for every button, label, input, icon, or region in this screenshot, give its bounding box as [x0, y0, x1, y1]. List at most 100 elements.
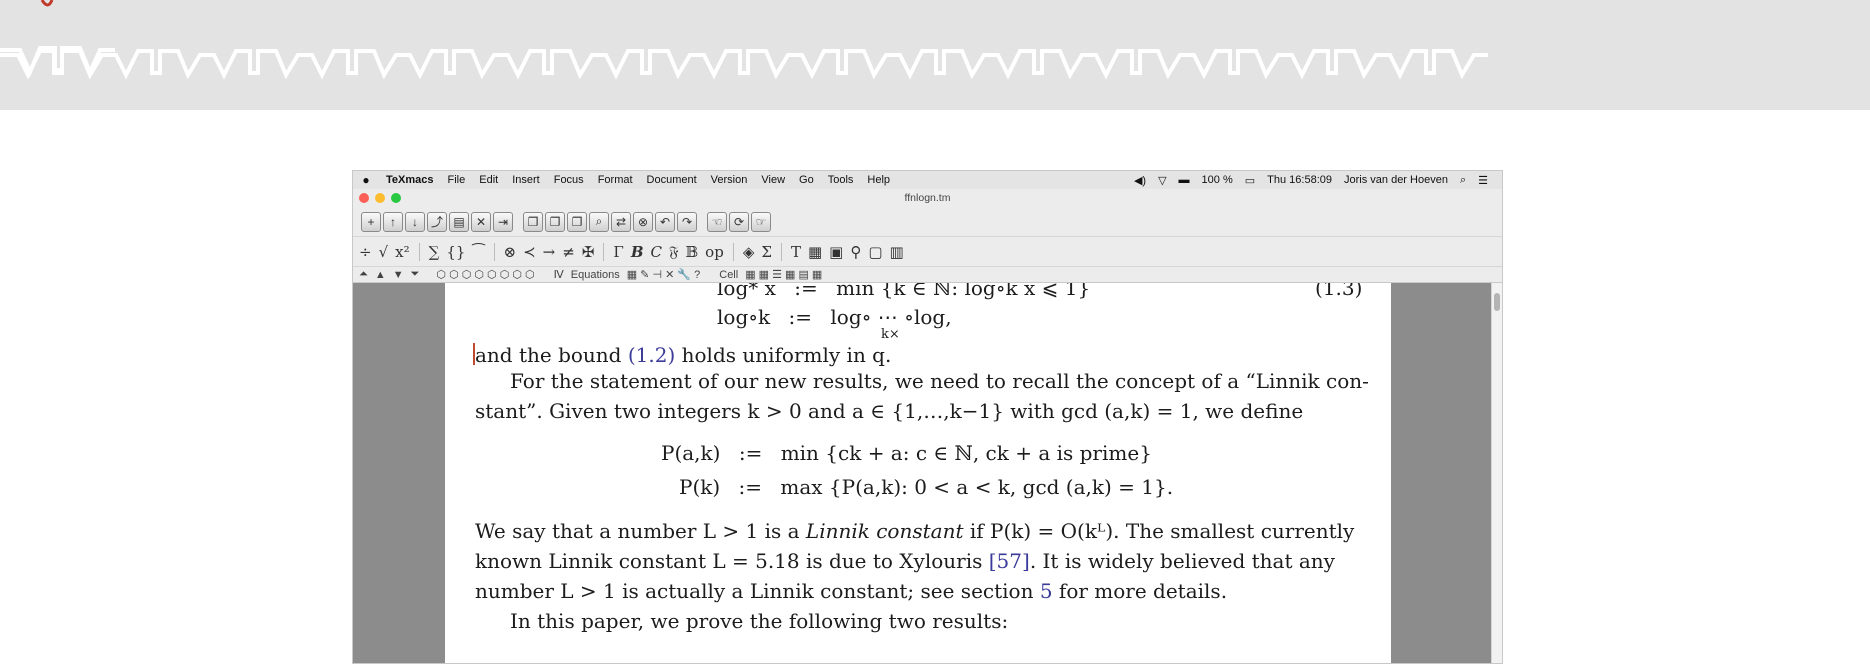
paste-icon[interactable]: ❐ [567, 211, 587, 232]
eq1-lhs: log* x [717, 283, 776, 300]
wifi-icon[interactable]: ▽ [1152, 174, 1172, 187]
equation-3: P(a,k) := min {ck + a: c ∈ ℕ, ck + a is … [661, 441, 1152, 465]
menu-go[interactable]: Go [792, 174, 821, 186]
menu-insert[interactable]: Insert [505, 174, 547, 186]
export-icon[interactable]: ⤴ [427, 211, 447, 232]
binary-operator-icon[interactable]: ⊗ [502, 243, 519, 261]
battery-percent: 100 % [1201, 174, 1233, 186]
script-icon[interactable]: x² [393, 243, 411, 261]
big-operator-icon[interactable]: ∑ [427, 243, 442, 261]
reload-icon[interactable]: ⟳ [729, 211, 749, 232]
spotlight-icon[interactable]: ⌕ [1454, 174, 1472, 187]
section-icon[interactable]: ▥ [888, 243, 906, 261]
find-icon[interactable]: ⌕ [589, 211, 609, 232]
link-icon[interactable]: ⚲ [848, 243, 863, 261]
spell-check-icon[interactable]: ⊗ [633, 211, 653, 232]
apple-icon[interactable]: ● [353, 173, 379, 187]
menu-bar: ● TeXmacs File Edit Insert Focus Format … [353, 171, 1502, 189]
menu-focus[interactable]: Focus [547, 174, 591, 186]
text-mode-icon[interactable]: T [789, 243, 803, 261]
eq4-rhs: max {P(a,k): 0 < a < k, gcd (a,k) = 1}. [780, 475, 1174, 499]
new-document-icon[interactable]: + [361, 211, 381, 232]
undo-icon[interactable]: ↶ [655, 211, 675, 232]
main-toolbar: + ↑ ↓ ⤴ ▤ ✕ ⇥ ❐ ❐ ❐ ⌕ ⇄ ⊗ ↶ ↷ ☜ ⟳ ☞ [353, 207, 1502, 237]
vertical-scrollbar[interactable] [1491, 283, 1502, 663]
reference-57[interactable]: [57] [989, 549, 1030, 573]
redo-icon[interactable]: ↷ [677, 211, 697, 232]
cell-label[interactable]: Cell [717, 269, 740, 281]
brackets-icon[interactable]: {} [444, 243, 467, 261]
equation-options-icons[interactable]: ▦ ✎ ⊣ ✕ 🔧 ? [625, 268, 703, 281]
move-up-icon[interactable]: ▲ [373, 269, 388, 281]
greek-icon[interactable]: Γ [611, 243, 625, 261]
print-icon[interactable]: ▤ [449, 211, 469, 232]
structured-nav-icons[interactable]: ⬡ ⬡ ⬡ ⬡ ⬡ ⬡ ⬡ ⬡ [434, 268, 536, 281]
menu-help[interactable]: Help [860, 174, 897, 186]
sum-template-icon[interactable]: Σ [759, 243, 774, 261]
close-document-icon[interactable]: ⇥ [493, 211, 513, 232]
wide-accent-icon[interactable]: ⁀ [470, 243, 486, 261]
cell-options-icons[interactable]: ▦ ▦ ☰ ▦ ▤ ▦ [743, 268, 824, 281]
blackboard-icon[interactable]: 𝔹 [683, 243, 700, 261]
move-down-icon[interactable]: ▼ [391, 269, 406, 281]
equation-1: log* x := min {k ∈ ℕ: log∘k x ⩽ 1} [717, 283, 1090, 300]
save-document-icon[interactable]: ↓ [405, 211, 425, 232]
calligraphic-icon[interactable]: C [649, 243, 664, 261]
move-last-icon[interactable]: ⏷ [409, 268, 422, 281]
equations-icon[interactable]: Ⅳ [552, 268, 566, 281]
open-document-icon[interactable]: ↑ [383, 211, 403, 232]
frame-icon[interactable]: ▢ [866, 243, 884, 261]
sqrt-icon[interactable]: √ [377, 243, 391, 261]
menu-tools[interactable]: Tools [821, 174, 861, 186]
flag-icon[interactable]: ▬ [1173, 174, 1196, 186]
menu-view[interactable]: View [754, 174, 792, 186]
menu-file[interactable]: File [441, 174, 473, 186]
eq1-rhs: min {k ∈ ℕ: log∘k x ⩽ 1} [836, 283, 1091, 300]
fraktur-icon[interactable]: 𝔉 [667, 243, 681, 261]
reference-section-5[interactable]: 5 [1040, 579, 1053, 603]
move-first-icon[interactable]: ⏶ [357, 268, 370, 281]
go-forward-icon[interactable]: ☞ [751, 211, 771, 232]
arrow-icon[interactable]: → [541, 243, 558, 261]
paragraph-1: and the bound (1.2) holds uniformly in q… [475, 343, 892, 367]
style-icon[interactable]: ◈ [741, 243, 757, 261]
eq3-lhs: P(a,k) [661, 441, 721, 465]
paragraph-3-line-1: We say that a number L > 1 is a Linnik c… [475, 519, 1355, 543]
eq4-lhs: P(k) [679, 475, 721, 499]
go-back-icon[interactable]: ☜ [707, 211, 727, 232]
replace-icon[interactable]: ⇄ [611, 211, 631, 232]
relation-icon[interactable]: ≺ [521, 243, 538, 261]
status-area: ◀) ▽ ▬ 100 % ▭ Thu 16:58:09 Joris van de… [1128, 174, 1502, 187]
battery-icon[interactable]: ▭ [1239, 174, 1261, 187]
menu-format[interactable]: Format [591, 174, 640, 186]
bold-icon[interactable]: B [629, 243, 646, 261]
fraction-icon[interactable]: ÷ [357, 243, 374, 261]
menu-app[interactable]: TeXmacs [379, 174, 441, 186]
equation-number: (1.3) [1315, 283, 1363, 300]
equations-mode-label[interactable]: Equations [569, 269, 622, 281]
notification-list-icon[interactable]: ☰ [1472, 174, 1494, 187]
eq2-underbrace-label: k× [881, 327, 900, 342]
copy-icon[interactable]: ❐ [523, 211, 543, 232]
reference-1-2[interactable]: (1.2) [628, 343, 675, 367]
paragraph-4: In this paper, we prove the following tw… [510, 609, 1009, 633]
cut-icon[interactable]: ❐ [545, 211, 565, 232]
user-name[interactable]: Joris van der Hoeven [1338, 174, 1454, 186]
menu-version[interactable]: Version [704, 174, 755, 186]
scrollbar-thumb[interactable] [1494, 293, 1500, 311]
operator-font-icon[interactable]: op [703, 243, 726, 261]
misc-symbol-icon[interactable]: ✠ [580, 243, 597, 261]
document-page[interactable]: log* x := min {k ∈ ℕ: log∘k x ⩽ 1} (1.3)… [445, 283, 1391, 663]
tools-icon[interactable]: ✕ [471, 211, 491, 232]
menu-edit[interactable]: Edit [472, 174, 505, 186]
math-toolbar: ÷ √ x² ∑ {} ⁀ ⊗ ≺ → ≠ ✠ Γ B C 𝔉 𝔹 op ◈ Σ… [353, 237, 1502, 267]
table-icon[interactable]: ▦ [806, 243, 824, 261]
paragraph-3-line-3: number L > 1 is actually a Linnik consta… [475, 579, 1228, 603]
negation-icon[interactable]: ≠ [560, 243, 577, 261]
image-icon[interactable]: ▣ [827, 243, 845, 261]
menu-document[interactable]: Document [640, 174, 704, 186]
document-title: ffnlogn.tm [904, 192, 951, 204]
volume-icon[interactable]: ◀) [1128, 174, 1152, 187]
clock[interactable]: Thu 16:58:09 [1261, 174, 1338, 186]
equation-4: P(k) := max {P(a,k): 0 < a < k, gcd (a,k… [679, 475, 1174, 499]
